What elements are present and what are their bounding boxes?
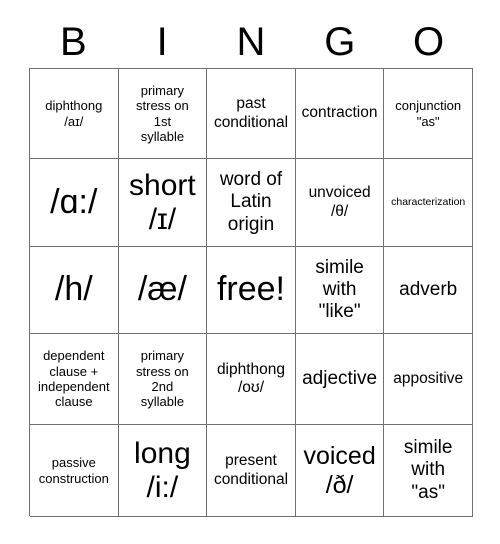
- bingo-cell-r1c4[interactable]: contraction: [295, 69, 385, 159]
- bingo-cell-r4c5[interactable]: appositive: [384, 334, 473, 425]
- bingo-cell-r5c5[interactable]: simile with "as": [384, 425, 473, 517]
- bingo-cell-label: appositive: [393, 369, 464, 387]
- bingo-cell-label: adjective: [302, 367, 378, 389]
- bingo-cell-r5c2[interactable]: long /i:/: [118, 425, 208, 517]
- bingo-header: BINGO: [29, 16, 473, 68]
- bingo-cell-label: simile with "as": [403, 437, 453, 503]
- bingo-cell-label: /h/: [54, 270, 93, 309]
- bingo-cell-r2c5[interactable]: characterization: [384, 159, 473, 247]
- bingo-cell-label: unvoiced /θ/: [308, 184, 371, 220]
- bingo-cell-label: passive construction: [38, 455, 109, 486]
- bingo-cell-r3c5[interactable]: adverb: [384, 247, 473, 334]
- bingo-cell-label: dependent clause + independent clause: [38, 348, 110, 410]
- bingo-cell-label: free!: [216, 270, 286, 309]
- bingo-cell-r1c2[interactable]: primary stress on 1st syllable: [118, 69, 208, 159]
- bingo-header-letter-o: O: [413, 20, 445, 64]
- bingo-cell-r5c4[interactable]: voiced /ð/: [295, 425, 385, 517]
- bingo-cell-label: past conditional: [213, 95, 289, 131]
- bingo-cell-r4c4[interactable]: adjective: [295, 334, 385, 425]
- bingo-cell-label: /æ/: [137, 270, 187, 309]
- bingo-header-letter-n: N: [236, 20, 266, 64]
- bingo-cell-r2c2[interactable]: short /ɪ/: [118, 159, 208, 247]
- bingo-cell-r3c1[interactable]: /h/: [30, 247, 119, 334]
- bingo-cell-r4c2[interactable]: primary stress on 2nd syllable: [118, 334, 208, 425]
- bingo-cell-r1c1[interactable]: diphthong /aɪ/: [30, 69, 119, 159]
- bingo-header-letter-g: G: [324, 20, 356, 64]
- bingo-cell-label: long /i:/: [134, 436, 191, 504]
- bingo-cell-r2c3[interactable]: word of Latin origin: [207, 159, 296, 247]
- bingo-cell-label: word of Latin origin: [219, 169, 283, 235]
- bingo-cell-r3c2[interactable]: /æ/: [118, 247, 208, 334]
- bingo-cell-label: primary stress on 1st syllable: [136, 82, 189, 144]
- bingo-cell-r1c5[interactable]: conjunction "as": [384, 69, 473, 159]
- bingo-cell-label: short /ɪ/: [129, 168, 196, 236]
- bingo-cell-label: simile with "like": [315, 256, 364, 323]
- bingo-cell-r3c3[interactable]: free!: [207, 247, 296, 334]
- bingo-header-letter-i: I: [156, 20, 168, 64]
- bingo-cell-r5c1[interactable]: passive construction: [30, 425, 119, 517]
- bingo-cell-label: characterization: [391, 196, 466, 209]
- bingo-cell-r5c3[interactable]: present conditional: [207, 425, 296, 517]
- bingo-cell-label: adverb: [399, 278, 458, 300]
- bingo-cell-r2c4[interactable]: unvoiced /θ/: [295, 159, 385, 247]
- bingo-cell-label: diphthong /aɪ/: [45, 98, 103, 129]
- bingo-cell-label: primary stress on 2nd syllable: [136, 348, 189, 410]
- bingo-cell-label: /ɑ:/: [50, 182, 98, 221]
- bingo-header-letter-b: B: [60, 20, 87, 64]
- bingo-cell-r4c3[interactable]: diphthong /oʊ/: [207, 334, 296, 425]
- bingo-cell-label: present conditional: [213, 452, 289, 488]
- bingo-cell-label: contraction: [301, 104, 378, 122]
- bingo-cell-r4c1[interactable]: dependent clause + independent clause: [30, 334, 119, 425]
- bingo-cell-label: diphthong /oʊ/: [216, 360, 286, 396]
- bingo-cell-r2c1[interactable]: /ɑ:/: [30, 159, 119, 247]
- bingo-cell-r1c3[interactable]: past conditional: [207, 69, 296, 159]
- bingo-card: B I N G O diphthong /aɪ/primary stress on 1s…: [0, 0, 500, 544]
- bingo-grid: diphthong /aɪ/primary stress on 1st syll…: [29, 68, 473, 517]
- bingo-cell-r3c4[interactable]: simile with "like": [295, 247, 385, 334]
- bingo-cell-label: conjunction "as": [395, 98, 462, 129]
- bingo-cell-label: voiced /ð/: [303, 442, 376, 499]
